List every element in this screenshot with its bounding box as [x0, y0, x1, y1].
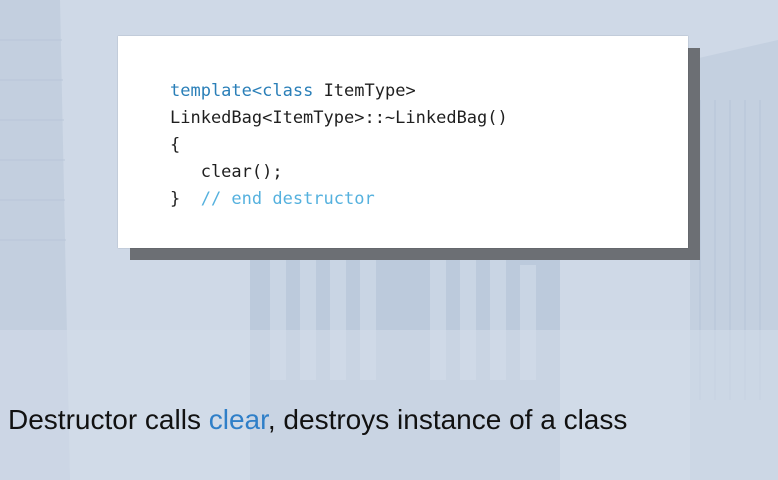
- caption-after: , destroys instance of a class: [267, 404, 628, 435]
- slide-caption: Destructor calls clear, destroys instanc…: [8, 404, 627, 436]
- code-card: template<class ItemType> LinkedBag<ItemT…: [118, 36, 688, 248]
- keyword-class: class: [262, 81, 314, 101]
- caption-before: Destructor calls: [8, 404, 209, 435]
- code-block: template<class ItemType> LinkedBag<ItemT…: [170, 78, 508, 213]
- destructor-signature: LinkedBag<ItemType>::~LinkedBag(): [170, 108, 508, 128]
- open-brace: {: [170, 135, 181, 155]
- end-comment: // end destructor: [180, 189, 375, 209]
- caption-highlight: clear: [208, 404, 268, 435]
- close-brace: }: [170, 189, 181, 209]
- keyword-template: template: [170, 81, 252, 101]
- template-param: ItemType>: [313, 81, 416, 101]
- angle-bracket: <: [251, 81, 263, 101]
- clear-call: clear();: [170, 162, 283, 182]
